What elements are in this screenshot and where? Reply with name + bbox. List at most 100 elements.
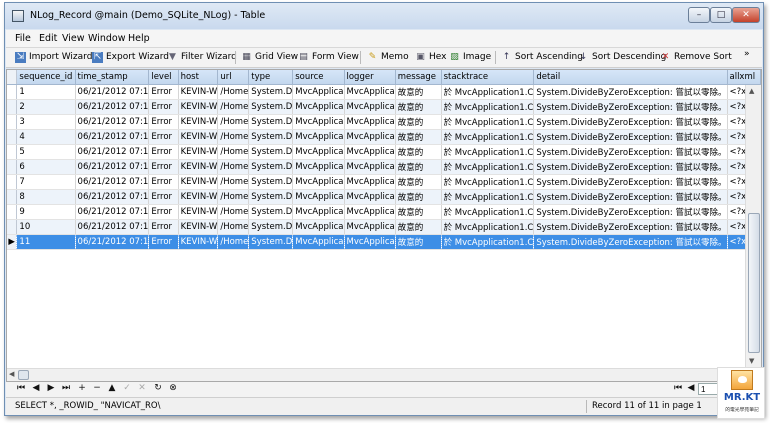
form-view-button[interactable]: ▤ Form View xyxy=(298,50,359,65)
cell-source[interactable]: MvcApplica xyxy=(292,99,345,115)
cell-sequence-id[interactable]: 11 xyxy=(16,234,76,250)
cell-source[interactable]: MvcApplica xyxy=(292,174,345,190)
table-row[interactable]: 8 06/21/2012 07:1 Error KEVIN-W/Home System.… xyxy=(7,189,761,205)
cell-url[interactable]: /Home xyxy=(217,99,250,115)
cell-stacktrace[interactable]: 於 MvcApplication1.C xyxy=(441,114,535,130)
prev-record-icon[interactable]: ◀ xyxy=(30,383,42,393)
table-row[interactable]: 4 06/21/2012 07:1 Error KEVIN-W/Home System.… xyxy=(7,129,761,145)
cell-sequence-id[interactable]: 5 xyxy=(16,144,76,160)
cell-stacktrace[interactable]: 於 MvcApplication1.C xyxy=(441,129,535,145)
cell-logger[interactable]: MvcApplica xyxy=(344,174,396,190)
cell-url[interactable]: /Home xyxy=(217,144,250,160)
cell-url[interactable]: /Home xyxy=(217,189,250,205)
cell-time-stamp[interactable]: 06/21/2012 07:1 xyxy=(75,219,150,235)
cell-time-stamp[interactable]: 06/21/2012 07:1 xyxy=(75,114,150,130)
cell-stacktrace[interactable]: 於 MvcApplication1.C xyxy=(441,234,535,250)
cell-time-stamp[interactable]: 06/21/2012 07:1 xyxy=(75,84,150,100)
column-header-url[interactable]: url xyxy=(217,70,250,85)
cell-detail[interactable]: System.DivideByZeroException: 嘗試以零除。 xyxy=(533,129,728,145)
menu-view[interactable]: View xyxy=(62,33,85,44)
cell-logger[interactable]: MvcApplica xyxy=(344,234,396,250)
cell-time-stamp[interactable]: 06/21/2012 07:1 xyxy=(75,144,150,160)
cell-stacktrace[interactable]: 於 MvcApplication1.C xyxy=(441,189,535,205)
cell-sequence-id[interactable]: 10 xyxy=(16,219,76,235)
sort-descending-button[interactable]: ↓ Sort Descending xyxy=(578,50,667,65)
column-header-stacktrace[interactable]: stacktrace xyxy=(441,70,535,85)
row-indicator[interactable]: ▶ xyxy=(7,234,18,250)
first-page-icon[interactable]: ⏮ xyxy=(672,383,684,393)
cell-type[interactable]: System.D xyxy=(248,189,294,205)
table-row[interactable]: 7 06/21/2012 07:1 Error KEVIN-W/Home System.… xyxy=(7,174,761,190)
cell-time-stamp[interactable]: 06/21/2012 07:1 xyxy=(75,99,150,115)
cell-host[interactable]: KEVIN-W xyxy=(178,234,219,250)
cell-type[interactable]: System.D xyxy=(248,234,294,250)
grid-view-button[interactable]: ▦ Grid View xyxy=(241,50,298,65)
cell-message[interactable]: 故意的 xyxy=(395,189,442,205)
cell-logger[interactable]: MvcApplica xyxy=(344,189,396,205)
scroll-down-icon[interactable]: ▼ xyxy=(749,357,754,365)
cell-sequence-id[interactable]: 4 xyxy=(16,129,76,145)
menu-help[interactable]: Help xyxy=(128,33,150,44)
row-indicator[interactable] xyxy=(7,84,18,100)
cell-sequence-id[interactable]: 6 xyxy=(16,159,76,175)
row-indicator[interactable] xyxy=(7,219,18,235)
data-grid[interactable]: sequence_id time_stamp level host url type sou… xyxy=(6,69,762,382)
minimize-button[interactable]: – xyxy=(688,7,710,23)
cell-sequence-id[interactable]: 7 xyxy=(16,174,76,190)
cell-detail[interactable]: System.DivideByZeroException: 嘗試以零除。 xyxy=(533,99,728,115)
cell-detail[interactable]: System.DivideByZeroException: 嘗試以零除。 xyxy=(533,144,728,160)
cell-time-stamp[interactable]: 06/21/2012 07:1 xyxy=(75,159,150,175)
column-header-time-stamp[interactable]: time_stamp xyxy=(75,70,150,85)
cell-message[interactable]: 故意的 xyxy=(395,219,442,235)
row-indicator[interactable] xyxy=(7,114,18,130)
cell-logger[interactable]: MvcApplica xyxy=(344,99,396,115)
cell-type[interactable]: System.D xyxy=(248,84,294,100)
cell-time-stamp[interactable]: 06/21/2012 07:1 xyxy=(75,234,150,250)
cell-logger[interactable]: MvcApplica xyxy=(344,159,396,175)
column-header-type[interactable]: type xyxy=(248,70,294,85)
filter-wizard-button[interactable]: ▼ Filter Wizard xyxy=(167,50,237,65)
cell-sequence-id[interactable]: 2 xyxy=(16,99,76,115)
cell-type[interactable]: System.D xyxy=(248,114,294,130)
cell-type[interactable]: System.D xyxy=(248,219,294,235)
cell-host[interactable]: KEVIN-W xyxy=(178,144,219,160)
cell-host[interactable]: KEVIN-W xyxy=(178,204,219,220)
cell-type[interactable]: System.D xyxy=(248,174,294,190)
cell-stacktrace[interactable]: 於 MvcApplication1.C xyxy=(441,144,535,160)
remove-sort-button[interactable]: ✕ Remove Sort xyxy=(660,50,732,65)
scroll-left-icon[interactable]: ◀ xyxy=(9,370,14,378)
cell-logger[interactable]: MvcApplica xyxy=(344,144,396,160)
next-record-icon[interactable]: ▶ xyxy=(45,383,57,393)
cell-host[interactable]: KEVIN-W xyxy=(178,174,219,190)
cell-message[interactable]: 故意的 xyxy=(395,84,442,100)
cell-time-stamp[interactable]: 06/21/2012 07:1 xyxy=(75,189,150,205)
row-indicator[interactable] xyxy=(7,159,18,175)
cell-type[interactable]: System.D xyxy=(248,99,294,115)
cell-source[interactable]: MvcApplica xyxy=(292,129,345,145)
table-row[interactable]: 9 06/21/2012 07:1 Error KEVIN-W/Home System.… xyxy=(7,204,761,220)
cancel-changes-icon[interactable]: ✕ xyxy=(136,383,148,393)
apply-changes-icon[interactable]: ✓ xyxy=(121,383,133,393)
cell-url[interactable]: /Home xyxy=(217,84,250,100)
cell-sequence-id[interactable]: 3 xyxy=(16,114,76,130)
table-row[interactable]: 5 06/21/2012 07:1 Error KEVIN-W/Home System.… xyxy=(7,144,761,160)
refresh-icon[interactable]: ↻ xyxy=(152,383,164,393)
cell-url[interactable]: /Home xyxy=(217,129,250,145)
cell-url[interactable]: /Home xyxy=(217,219,250,235)
cell-level[interactable]: Error xyxy=(148,174,179,190)
cell-time-stamp[interactable]: 06/21/2012 07:1 xyxy=(75,204,150,220)
vertical-scroll-thumb[interactable] xyxy=(748,213,760,353)
cell-url[interactable]: /Home xyxy=(217,174,250,190)
cell-type[interactable]: System.D xyxy=(248,159,294,175)
cell-level[interactable]: Error xyxy=(148,84,179,100)
cell-stacktrace[interactable]: 於 MvcApplication1.C xyxy=(441,219,535,235)
cell-source[interactable]: MvcApplica xyxy=(292,234,345,250)
delete-record-icon[interactable]: − xyxy=(91,383,103,393)
cell-detail[interactable]: System.DivideByZeroException: 嘗試以零除。 xyxy=(533,219,728,235)
cell-level[interactable]: Error xyxy=(148,234,179,250)
cell-message[interactable]: 故意的 xyxy=(395,159,442,175)
column-header-sequence-id[interactable]: sequence_id xyxy=(16,70,76,85)
cell-logger[interactable]: MvcApplica xyxy=(344,84,396,100)
post-edit-icon[interactable]: ▲ xyxy=(106,383,118,393)
cell-logger[interactable]: MvcApplica xyxy=(344,129,396,145)
